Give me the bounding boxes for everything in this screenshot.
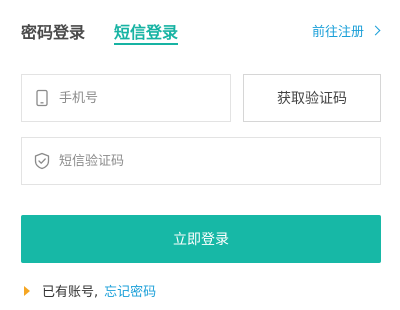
- triangle-marker-icon: [24, 285, 30, 296]
- account-footer: 已有账号, 忘记密码: [24, 281, 156, 300]
- has-account-text: 已有账号,: [42, 285, 99, 300]
- phone-input[interactable]: [59, 75, 230, 121]
- shield-icon: [34, 152, 50, 170]
- sms-code-input[interactable]: [59, 138, 380, 184]
- chevron-right-icon: [370, 25, 381, 36]
- register-link-label: 前往注册: [311, 25, 364, 40]
- tab-sms-login[interactable]: 短信登录: [114, 19, 178, 43]
- sms-code-field[interactable]: [21, 137, 381, 185]
- phone-icon: [36, 89, 48, 107]
- phone-field[interactable]: [21, 74, 231, 122]
- login-button[interactable]: 立即登录: [21, 215, 381, 263]
- register-link[interactable]: 前往注册: [311, 21, 381, 40]
- forgot-password-link[interactable]: 忘记密码: [104, 281, 156, 300]
- get-code-button[interactable]: 获取验证码: [243, 74, 381, 122]
- active-tab-indicator: [114, 43, 178, 45]
- tab-password-login[interactable]: 密码登录: [21, 19, 85, 43]
